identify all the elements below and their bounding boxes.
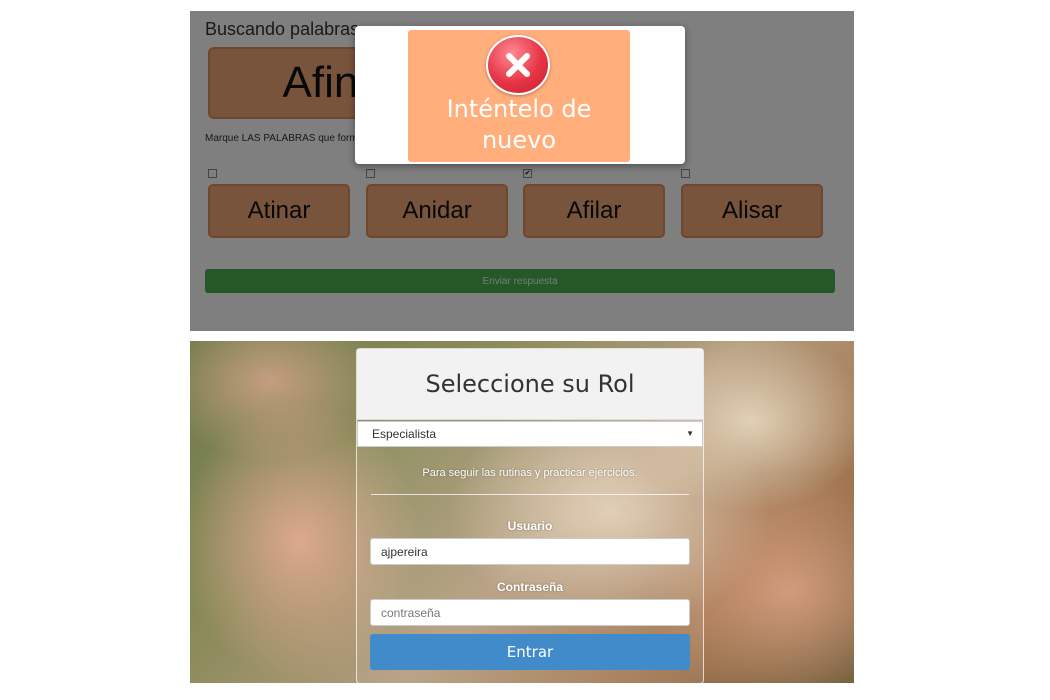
role-select-value: Especialista (372, 427, 437, 441)
login-card: Seleccione su Rol Especialista ▼ Para se… (356, 348, 704, 683)
word-game-screen: Buscando palabras Afinar Marque LAS PALA… (190, 11, 854, 331)
username-input[interactable] (370, 538, 690, 565)
error-modal-body[interactable]: Inténtelo de nuevo (408, 30, 630, 162)
error-modal: Inténtelo de nuevo (355, 26, 685, 164)
chevron-down-icon: ▼ (686, 429, 694, 438)
error-x-icon (486, 35, 550, 95)
error-message: Inténtelo de nuevo (446, 95, 592, 154)
login-screen: Seleccione su Rol Especialista ▼ Para se… (190, 341, 854, 683)
password-input[interactable] (370, 599, 690, 626)
login-button[interactable]: Entrar (370, 634, 690, 670)
login-heading: Seleccione su Rol (357, 349, 703, 420)
divider (371, 494, 689, 495)
role-description: Para seguir las rutinas y practicar ejer… (422, 467, 638, 479)
username-label: Usuario (507, 519, 553, 533)
role-select[interactable]: Especialista ▼ (357, 421, 703, 447)
password-label: Contraseña (496, 580, 564, 594)
